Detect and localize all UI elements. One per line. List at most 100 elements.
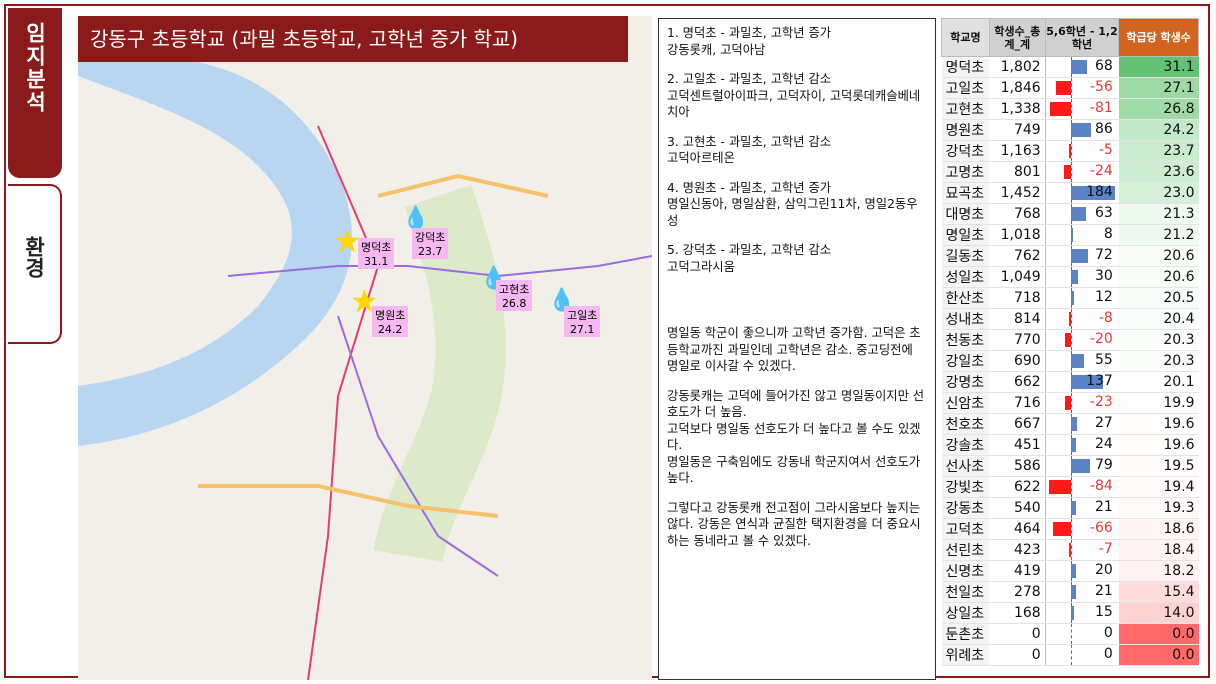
student-total: 768 — [989, 203, 1046, 225]
zero-axis — [1070, 309, 1072, 329]
note-summary-2: 강동롯캐는 고덕에 들어가진 않고 명일동이지만 선호도가 더 높음. 고덕보다… — [667, 388, 925, 486]
zero-axis — [1070, 78, 1072, 98]
delta-bar — [1056, 81, 1071, 95]
tab-environment-label: 환경 — [22, 236, 46, 278]
student-total: 1,802 — [989, 56, 1046, 78]
tab-analysis[interactable]: 임지분석 — [8, 8, 62, 178]
delta-bar — [1070, 291, 1074, 305]
table-row: 강솔초 451 24 19.6 — [941, 434, 1199, 456]
delta-value: -66 — [1089, 520, 1113, 536]
students-per-class: 19.3 — [1118, 497, 1199, 519]
grade-delta: 55 — [1045, 350, 1119, 372]
note-summary-3: 그렇다고 강동롯캐 전고점이 그라시움보다 높지는 않다. 강동은 연식과 균질… — [667, 500, 921, 548]
school-map[interactable]: 강동구 초등학교 (과밀 초등학교, 고학년 증가 학교) ★ 명덕초 31.1 … — [78, 16, 652, 680]
table-row: 천호초 667 27 19.6 — [941, 413, 1199, 435]
delta-bar — [1070, 207, 1086, 221]
zero-axis — [1070, 477, 1072, 497]
school-name: 고현초 — [941, 98, 990, 120]
delta-bar — [1070, 459, 1090, 473]
delta-value: 68 — [1094, 58, 1113, 74]
school-name: 천일초 — [941, 581, 990, 603]
zero-axis — [1070, 99, 1072, 119]
table-row: 묘곡초 1,452 184 23.0 — [941, 182, 1199, 204]
note-summary-1: 명일동 학군이 좋으니까 고학년 증가함. 고덕은 초등학교까진 과밀인데 고학… — [667, 326, 921, 373]
students-per-class: 15.4 — [1118, 581, 1199, 603]
delta-bar — [1068, 543, 1071, 557]
delta-bar — [1069, 144, 1071, 158]
grade-delta: -20 — [1045, 329, 1119, 351]
table-row: 명일초 1,018 8 21.2 — [941, 224, 1199, 246]
table-row: 강동초 540 21 19.3 — [941, 497, 1199, 519]
school-name: 강솔초 — [941, 434, 990, 456]
students-per-class: 20.5 — [1118, 287, 1199, 309]
delta-bar — [1070, 606, 1075, 620]
table-row: 고일초 1,846 -56 27.1 — [941, 77, 1199, 99]
students-per-class: 20.6 — [1118, 245, 1199, 267]
delta-value: -8 — [1098, 310, 1113, 326]
school-name: 고일초 — [941, 77, 990, 99]
grade-delta: 21 — [1045, 581, 1119, 603]
grade-delta: 27 — [1045, 413, 1119, 435]
delta-bar — [1070, 228, 1073, 242]
grade-delta: 30 — [1045, 266, 1119, 288]
zero-axis — [1070, 330, 1072, 350]
students-per-class: 14.0 — [1118, 602, 1199, 624]
zero-axis — [1070, 645, 1072, 665]
student-total: 168 — [989, 602, 1046, 624]
students-per-class: 0.0 — [1118, 623, 1199, 645]
table-row: 강빛초 622 -84 19.4 — [941, 476, 1199, 498]
delta-bar — [1070, 438, 1077, 452]
table-row: 강명초 662 137 20.1 — [941, 371, 1199, 393]
delta-bar — [1070, 564, 1076, 578]
delta-value: 21 — [1094, 583, 1113, 599]
delta-value: 137 — [1086, 373, 1113, 389]
school-name: 강명초 — [941, 371, 990, 393]
label-gohyeon: 고현초 26.8 — [496, 280, 533, 311]
delta-value: 86 — [1094, 121, 1113, 137]
map-background — [78, 62, 652, 680]
student-total: 770 — [989, 329, 1046, 351]
student-total: 586 — [989, 455, 1046, 477]
delta-value: 30 — [1094, 268, 1113, 284]
students-per-class: 18.2 — [1118, 560, 1199, 582]
school-name: 묘곡초 — [941, 182, 990, 204]
student-total: 278 — [989, 581, 1046, 603]
school-name: 상일초 — [941, 602, 990, 624]
delta-value: -56 — [1089, 79, 1113, 95]
delta-bar — [1070, 417, 1078, 431]
student-total: 814 — [989, 308, 1046, 330]
table-row: 명원초 749 86 24.2 — [941, 119, 1199, 141]
delta-value: 0 — [1103, 646, 1113, 662]
delta-bar — [1070, 585, 1076, 599]
table-row: 상일초 168 15 14.0 — [941, 602, 1199, 624]
table-row: 길동초 762 72 20.6 — [941, 245, 1199, 267]
zero-axis — [1070, 540, 1072, 560]
label-goil: 고일초 27.1 — [564, 306, 601, 337]
school-name: 신명초 — [941, 560, 990, 582]
label-myeongdeok: 명덕초 31.1 — [358, 238, 395, 269]
delta-bar — [1048, 480, 1071, 494]
student-total: 540 — [989, 497, 1046, 519]
student-total: 419 — [989, 560, 1046, 582]
delta-value: 20 — [1094, 562, 1113, 578]
delta-bar — [1070, 270, 1078, 284]
delta-value: 63 — [1094, 205, 1113, 221]
delta-value: 0 — [1103, 625, 1113, 641]
delta-value: 24 — [1094, 436, 1113, 452]
delta-bar — [1070, 354, 1084, 368]
student-total: 1,338 — [989, 98, 1046, 120]
delta-value: -5 — [1098, 142, 1113, 158]
tab-environment[interactable]: 환경 — [8, 184, 62, 344]
grade-delta: -84 — [1045, 476, 1119, 498]
table-row: 고명초 801 -24 23.6 — [941, 161, 1199, 183]
student-total: 716 — [989, 392, 1046, 414]
student-total: 1,846 — [989, 77, 1046, 99]
delta-value: 72 — [1094, 247, 1113, 263]
grade-delta: 79 — [1045, 455, 1119, 477]
table-row: 명덕초 1,802 68 31.1 — [941, 56, 1199, 78]
note-3: 3. 고현초 - 과밀초, 고학년 감소 고덕아르테온 — [667, 134, 832, 166]
school-name: 한산초 — [941, 287, 990, 309]
student-total: 718 — [989, 287, 1046, 309]
delta-value: -20 — [1089, 331, 1113, 347]
school-name: 고덕초 — [941, 518, 990, 540]
